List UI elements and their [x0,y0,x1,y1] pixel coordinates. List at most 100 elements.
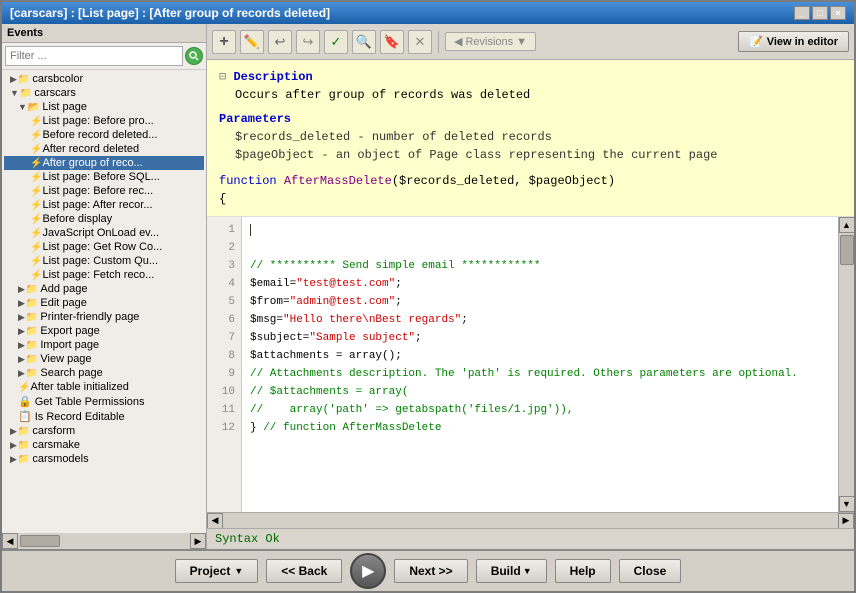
description-box: ⊟ Description Occurs after group of reco… [207,60,854,217]
tree-item-js-onload[interactable]: ⚡ JavaScript OnLoad ev... [4,226,204,240]
build-chevron-icon: ▼ [523,566,532,576]
back-label: << Back [281,564,327,578]
tree-item-search-page[interactable]: ▶ 📁 Search page [4,366,204,380]
help-button[interactable]: Help [555,559,611,583]
scroll-thumb[interactable] [840,235,854,265]
horizontal-scrollbar: ◀ ▶ [207,512,854,528]
filter-input[interactable] [5,46,183,66]
tree-item-list-custom-q[interactable]: ⚡ List page: Custom Qu... [4,254,204,268]
left-scroll-thumb[interactable] [20,535,60,547]
minimize-button[interactable]: _ [794,6,810,20]
expand-icon-view: ▶ [18,354,25,365]
code-content[interactable]: // ********** Send simple email ********… [242,217,838,512]
hscroll-track [223,513,838,528]
tree-item-get-table-perms[interactable]: 🔒 Get Table Permissions [4,394,204,409]
add-button[interactable]: + [212,30,236,54]
run-icon: ▶ [362,561,374,581]
bolt-icon-6: ⚡ [30,186,42,197]
bolt-icon-13: ⚡ [18,382,30,393]
search-bar [2,43,206,70]
expand-icon-carsform: ▶ [10,426,17,437]
close-label: Close [634,564,667,578]
maximize-button[interactable]: □ [812,6,828,20]
redo-button[interactable]: ↪ [296,30,320,54]
tree-item-carsbcolor[interactable]: ▶ 📁 carsbcolor [4,72,204,86]
main-window: [carscars] : [List page] : [After group … [0,0,856,593]
bolt-icon-9: ⚡ [30,228,42,239]
folder-icon-list: 📂 [28,102,40,113]
tree-item-carsmake[interactable]: ▶ 📁 carsmake [4,438,204,452]
tree-item-edit-page[interactable]: ▶ 📁 Edit page [4,296,204,310]
tree-item-after-record-deleted[interactable]: ⚡ After record deleted [4,142,204,156]
line-num-4: 4 [207,275,241,293]
tree-item-is-record-editable[interactable]: 📋 Is Record Editable [4,409,204,424]
tree-item-after-group-records[interactable]: ⚡ After group of reco... [4,156,204,170]
code-line-4: $email="test@test.com"; [250,275,830,293]
line-num-2: 2 [207,239,241,257]
code-line-9: // Attachments description. The 'path' i… [250,365,830,383]
tree-item-carsform[interactable]: ▶ 📁 carsform [4,424,204,438]
close-window-button[interactable]: × [830,6,846,20]
build-button[interactable]: Build ▼ [476,559,547,583]
hscroll-left[interactable]: ◀ [207,513,223,529]
folder-icon-view: 📁 [26,354,38,365]
scroll-up[interactable]: ▲ [839,217,855,233]
left-scroll-left[interactable]: ◀ [2,533,18,549]
next-button[interactable]: Next >> [394,559,467,583]
content-area: Events ▶ 📁 carsbcolor [2,24,854,549]
tree-item-list-after-rec[interactable]: ⚡ List page: After recor... [4,198,204,212]
bookmark-button[interactable]: 🔖 [380,30,404,54]
search-icon-button[interactable] [185,47,203,65]
tree-item-list-before-sql[interactable]: ⚡ List page: Before SQL... [4,170,204,184]
bolt-icon-10: ⚡ [30,242,42,253]
tree-item-list-get-row[interactable]: ⚡ List page: Get Row Co... [4,240,204,254]
line-num-3: 3 [207,257,241,275]
undo-button[interactable]: ↩ [268,30,292,54]
left-panel-header: Events [2,24,206,43]
expand-icon-list: ▼ [18,102,27,112]
check-button[interactable]: ✓ [324,30,348,54]
run-button[interactable]: ▶ [350,553,386,589]
tree-item-carsmodels[interactable]: ▶ 📁 carsmodels [4,452,204,466]
desc-text: Occurs after group of records was delete… [235,88,530,102]
syntax-status: Syntax Ok [207,528,854,549]
left-scroll-right[interactable]: ▶ [190,533,206,549]
edit-icon-button[interactable]: ✏️ [240,30,264,54]
close-button[interactable]: Close [619,559,682,583]
tree-item-before-display[interactable]: ⚡ Before display [4,212,204,226]
folder-icon-add: 📁 [26,284,38,295]
x-button[interactable]: ✕ [408,30,432,54]
hscroll-right[interactable]: ▶ [838,513,854,529]
line-num-7: 7 [207,329,241,347]
folder-icon-printer: 📁 [26,312,38,323]
back-button[interactable]: << Back [266,559,342,583]
tree-item-before-record-deleted[interactable]: ⚡ Before record deleted... [4,128,204,142]
folder-icon-search: 📁 [26,368,38,379]
tree-item-list-before-rec[interactable]: ⚡ List page: Before rec... [4,184,204,198]
bolt-icon-2: ⚡ [30,130,42,141]
view-in-editor-label: View in editor [767,36,838,48]
tree-item-import-page[interactable]: ▶ 📁 Import page [4,338,204,352]
editor-icon: 📝 [749,35,763,48]
tree-item-export-page[interactable]: ▶ 📁 Export page [4,324,204,338]
project-chevron-icon: ▼ [234,566,243,576]
tree-item-list-page[interactable]: ▼ 📂 List page [4,100,204,114]
revisions-button[interactable]: ◀ Revisions ▼ [445,32,536,51]
tree-item-after-table-init[interactable]: ⚡ After table initialized [4,380,204,394]
folder-icon-edit: 📁 [26,298,38,309]
view-in-editor-button[interactable]: 📝 View in editor [738,31,849,52]
tree-item-list-fetch-rec[interactable]: ⚡ List page: Fetch reco... [4,268,204,282]
tree-item-list-before-proc[interactable]: ⚡ List page: Before pro... [4,114,204,128]
bolt-icon-5: ⚡ [30,172,42,183]
scroll-down[interactable]: ▼ [839,496,855,512]
tree-item-add-page[interactable]: ▶ 📁 Add page [4,282,204,296]
search-button[interactable]: 🔍 [352,30,376,54]
line-num-1: 1 [207,221,241,239]
code-line-1 [250,221,830,239]
folder-icon-carscars: 📁 [20,88,32,99]
tree-item-view-page[interactable]: ▶ 📁 View page [4,352,204,366]
tree-item-printer-friendly[interactable]: ▶ 📁 Printer-friendly page [4,310,204,324]
tree-item-carscars[interactable]: ▼ 📁 carscars [4,86,204,100]
project-button[interactable]: Project ▼ [175,559,259,583]
build-label: Build [491,564,521,578]
